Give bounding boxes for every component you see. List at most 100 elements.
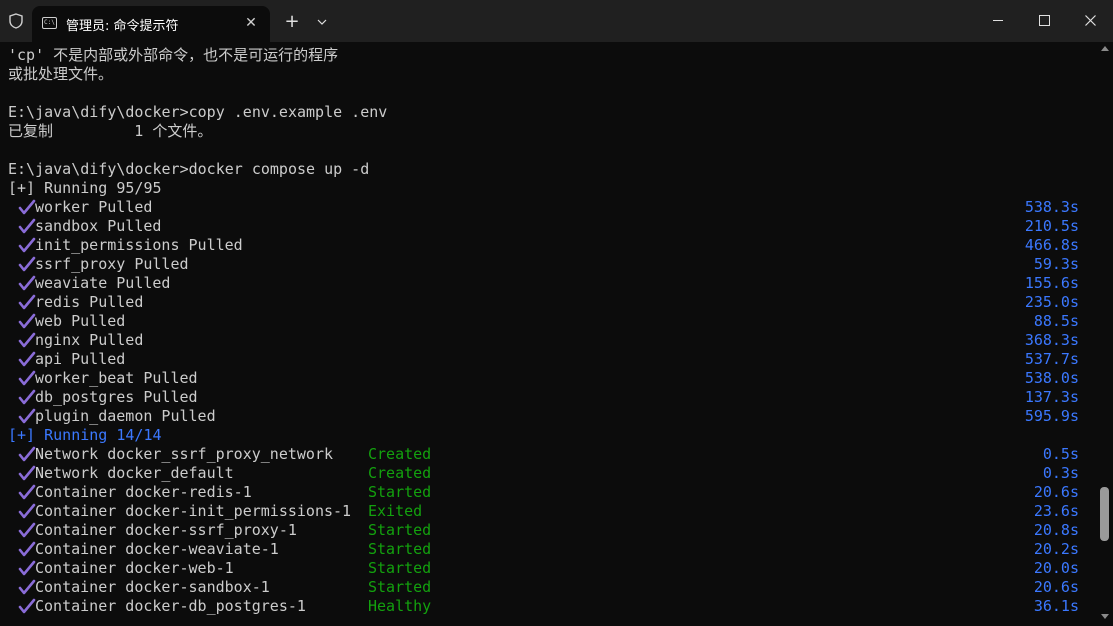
pull-row: ssrf_proxy Pulled 59.3s — [8, 255, 1083, 274]
resource-name: Container docker-init_permissions-1 — [35, 502, 352, 520]
copy-command: E:\java\dify\docker>copy .env.example .e… — [8, 103, 388, 121]
resource-row: Container docker-redis-1 Started 20.6s — [8, 483, 1083, 502]
pull-row: plugin_daemon Pulled 595.9s — [8, 407, 1083, 426]
pull-name: weaviate Pulled — [35, 274, 171, 292]
resource-time: 20.0s — [1033, 559, 1079, 577]
pull-time: 538.3s — [1024, 198, 1079, 216]
resource-row: Network docker_ssrf_proxy_network Created… — [8, 445, 1083, 464]
pull-row: redis Pulled 235.0s — [8, 293, 1083, 312]
pull-time: 235.0s — [1024, 293, 1079, 311]
tab-title: 管理员: 命令提示符 — [66, 19, 179, 34]
resource-status: Exited — [368, 502, 423, 520]
resource-status: Started — [368, 559, 432, 577]
checkmark-icon — [18, 484, 36, 500]
checkmark-icon — [18, 351, 36, 367]
checkmark-icon — [18, 199, 36, 215]
pull-time: 210.5s — [1024, 217, 1079, 235]
resource-row: Network docker_default Created 0.3s — [8, 464, 1083, 483]
resource-time: 36.1s — [1033, 597, 1079, 615]
resource-status: Created — [368, 445, 432, 463]
running-header-pulls: [+] Running 95/95 — [8, 179, 162, 197]
maximize-button[interactable] — [1028, 10, 1060, 32]
pull-name: db_postgres Pulled — [35, 388, 198, 406]
pull-time: 88.5s — [1033, 312, 1079, 330]
resource-row: Container docker-ssrf_proxy-1 Started 20.8… — [8, 521, 1083, 540]
pull-time: 368.3s — [1024, 331, 1079, 349]
pull-name: redis Pulled — [35, 293, 144, 311]
chevron-down-icon — [317, 19, 327, 25]
pull-name: sandbox Pulled — [35, 217, 162, 235]
checkmark-icon — [18, 598, 36, 614]
pull-time: 537.7s — [1024, 350, 1079, 368]
compose-command: E:\java\dify\docker>docker compose up -d — [8, 160, 370, 178]
pull-time: 538.0s — [1024, 369, 1079, 387]
resource-status: Started — [368, 578, 432, 596]
resource-status: Started — [368, 540, 432, 558]
window-close-button[interactable] — [1074, 10, 1106, 32]
pull-row: web Pulled 88.5s — [8, 312, 1083, 331]
checkmark-icon — [18, 313, 36, 329]
vertical-scrollbar[interactable] — [1097, 42, 1113, 626]
checkmark-icon — [18, 256, 36, 272]
checkmark-icon — [18, 275, 36, 291]
resource-name: Network docker_default — [35, 464, 234, 482]
scroll-thumb[interactable] — [1100, 487, 1109, 541]
pull-time: 59.3s — [1033, 255, 1079, 273]
title-bar: C:\ 管理员: 命令提示符 ✕ + — [0, 0, 1113, 42]
resource-name: Container docker-ssrf_proxy-1 — [35, 521, 297, 539]
resource-time: 20.6s — [1033, 578, 1079, 596]
error-message-line-2: 或批处理文件。 — [8, 65, 114, 83]
pull-row: nginx Pulled 368.3s — [8, 331, 1083, 350]
resource-status: Created — [368, 464, 432, 482]
checkmark-icon — [18, 465, 36, 481]
resource-row: Container docker-weaviate-1 Started 20.2s — [8, 540, 1083, 559]
pull-name: init_permissions Pulled — [35, 236, 243, 254]
terminal-icon: C:\ — [42, 17, 57, 29]
checkmark-icon — [18, 446, 36, 462]
resource-time: 0.3s — [1042, 464, 1079, 482]
checkmark-icon — [18, 522, 36, 538]
pull-row: init_permissions Pulled 466.8s — [8, 236, 1083, 255]
resource-name: Container docker-weaviate-1 — [35, 540, 279, 558]
resource-name: Container docker-db_postgres-1 — [35, 597, 306, 615]
terminal-output[interactable]: 'cp' 不是内部或外部命令，也不是可运行的程序 或批处理文件。 E:\java… — [8, 46, 1083, 626]
minimize-button[interactable] — [982, 10, 1014, 32]
resource-status: Healthy — [368, 597, 432, 615]
checkmark-icon — [18, 389, 36, 405]
pull-name: ssrf_proxy Pulled — [35, 255, 189, 273]
resource-time: 20.8s — [1033, 521, 1079, 539]
pull-name: nginx Pulled — [35, 331, 144, 349]
checkmark-icon — [18, 294, 36, 310]
resource-name: Network docker_ssrf_proxy_network — [35, 445, 334, 463]
pull-row: weaviate Pulled 155.6s — [8, 274, 1083, 293]
pull-name: web Pulled — [35, 312, 126, 330]
close-icon — [1085, 15, 1096, 26]
resource-row: Container docker-init_permissions-1 Exite… — [8, 502, 1083, 521]
tab-command-prompt[interactable]: C:\ 管理员: 命令提示符 ✕ — [32, 6, 270, 42]
checkmark-icon — [18, 541, 36, 557]
new-tab-button[interactable]: + — [280, 10, 304, 34]
pull-time: 155.6s — [1024, 274, 1079, 292]
pull-row: sandbox Pulled 210.5s — [8, 217, 1083, 236]
scroll-up-arrow-icon[interactable] — [1101, 46, 1109, 51]
pull-name: worker Pulled — [35, 198, 153, 216]
pull-list: worker Pulled 538.3s sandbox Pulled 210.5s i… — [8, 198, 1083, 426]
resource-time: 20.2s — [1033, 540, 1079, 558]
resource-time: 0.5s — [1042, 445, 1079, 463]
checkmark-icon — [18, 408, 36, 424]
checkmark-icon — [18, 560, 36, 576]
running-header-containers: [+] Running 14/14 — [8, 426, 162, 444]
resource-list: Network docker_ssrf_proxy_network Created… — [8, 445, 1083, 616]
pull-name: plugin_daemon Pulled — [35, 407, 216, 425]
pull-time: 595.9s — [1024, 407, 1079, 425]
resource-name: Container docker-web-1 — [35, 559, 234, 577]
resource-row: Container docker-sandbox-1 Started 20.6s — [8, 578, 1083, 597]
tab-close-button[interactable]: ✕ — [242, 14, 260, 32]
checkmark-icon — [18, 579, 36, 595]
resource-status: Started — [368, 483, 432, 501]
checkmark-icon — [18, 332, 36, 348]
scroll-down-arrow-icon[interactable] — [1101, 614, 1109, 619]
dropdown-button[interactable] — [310, 10, 334, 34]
checkmark-icon — [18, 370, 36, 386]
shield-icon — [8, 13, 24, 29]
